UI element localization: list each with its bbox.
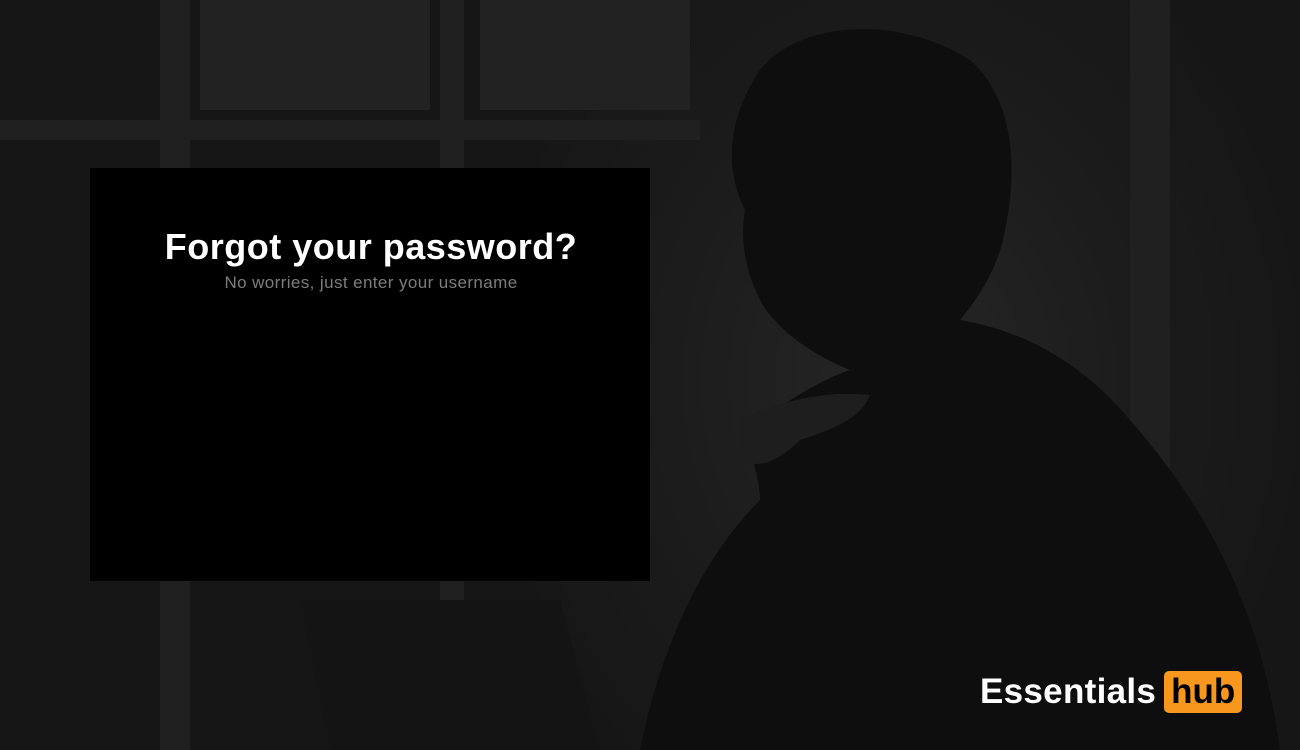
page-title: Forgot your password? (164, 226, 578, 267)
page-subtitle: No worries, just enter your username (224, 273, 518, 292)
brand-badge: hub (1164, 671, 1243, 713)
brand-logo[interactable]: Essentials hub (980, 670, 1243, 714)
brand-name: Essentials (980, 672, 1157, 711)
